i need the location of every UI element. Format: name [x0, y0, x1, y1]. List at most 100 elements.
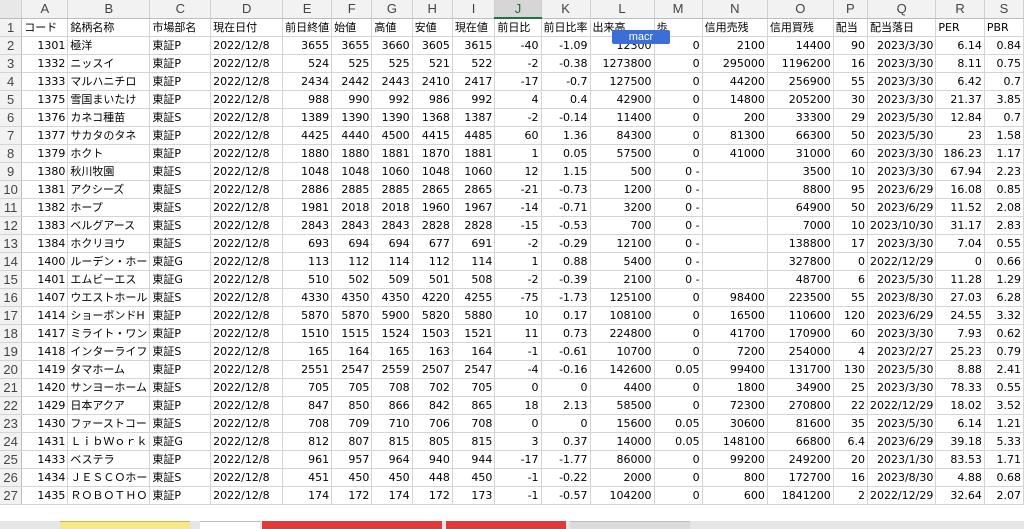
cell[interactable]: 113 — [282, 252, 333, 271]
row-header[interactable]: 27 — [0, 486, 23, 505]
cell[interactable]: 1048 — [412, 162, 453, 181]
cell[interactable]: 114 — [371, 252, 413, 271]
row-header[interactable]: 3 — [0, 54, 23, 73]
cell[interactable]: 2551 — [282, 360, 333, 379]
cell[interactable]: 6.42 — [935, 72, 985, 91]
cell[interactable]: 2022/12/8 — [210, 288, 284, 307]
cell[interactable]: 0.84 — [984, 36, 1024, 55]
cell[interactable]: 525 — [331, 54, 373, 73]
cell[interactable]: 164 — [452, 342, 496, 361]
cell[interactable] — [702, 216, 768, 235]
cell[interactable]: ニッスイ — [67, 54, 151, 73]
cell[interactable]: 42900 — [590, 90, 655, 109]
cell[interactable]: 2865 — [412, 180, 453, 199]
cell[interactable]: 東証P — [149, 126, 212, 145]
cell[interactable]: 2023/3/30 — [867, 54, 937, 73]
cell[interactable]: 108100 — [590, 306, 655, 325]
cell[interactable]: 3605 — [412, 36, 453, 55]
cell[interactable]: 110600 — [767, 306, 834, 325]
cell[interactable]: 72300 — [702, 396, 768, 415]
cell[interactable]: 2023/3/30 — [867, 234, 937, 253]
cell[interactable]: 2023/6/29 — [867, 432, 937, 451]
cell[interactable]: 0.55 — [984, 378, 1024, 397]
cell[interactable]: 66300 — [767, 126, 834, 145]
cell[interactable]: 3.52 — [984, 396, 1024, 415]
column-header-b[interactable]: B — [67, 0, 151, 19]
cell[interactable]: 41700 — [702, 324, 768, 343]
cell[interactable]: 0 — [654, 108, 703, 127]
cell[interactable]: 4440 — [331, 126, 373, 145]
cell[interactable]: 2885 — [371, 180, 413, 199]
sheet-tab-3[interactable] — [262, 521, 442, 529]
cell[interactable]: 256900 — [767, 72, 834, 91]
sheet-tab-5[interactable] — [570, 521, 690, 529]
cell[interactable]: 2023/10/30 — [867, 216, 937, 235]
cell[interactable]: 1390 — [331, 108, 373, 127]
cell[interactable]: 1380 — [21, 162, 69, 181]
cell[interactable]: 7.04 — [935, 234, 985, 253]
cell[interactable]: 2022/12/8 — [210, 162, 284, 181]
cell[interactable]: 1048 — [282, 162, 333, 181]
row-header[interactable]: 22 — [0, 396, 23, 415]
cell[interactable]: -17 — [494, 72, 542, 91]
cell[interactable]: 24.55 — [935, 306, 985, 325]
cell[interactable] — [702, 198, 768, 217]
cell[interactable]: 2023/2/27 — [867, 342, 937, 361]
cell[interactable]: 0 — [654, 396, 703, 415]
cell[interactable]: 2023/8/30 — [867, 468, 937, 487]
column-header-p[interactable]: P — [833, 0, 868, 19]
cell[interactable]: 1414 — [21, 306, 69, 325]
cell[interactable]: 35 — [833, 414, 868, 433]
cell[interactable]: 30600 — [702, 414, 768, 433]
row-header[interactable]: 12 — [0, 216, 23, 235]
cell[interactable]: 22 — [833, 396, 868, 415]
cell[interactable]: 451 — [282, 468, 333, 487]
cell[interactable]: 986 — [412, 90, 453, 109]
column-header-l[interactable]: L — [590, 0, 655, 19]
row-header[interactable]: 17 — [0, 306, 23, 325]
row-header[interactable]: 9 — [0, 162, 23, 181]
cell[interactable]: 0 — [654, 468, 703, 487]
cell[interactable]: 2022/12/8 — [210, 90, 284, 109]
cell[interactable]: 5900 — [371, 306, 413, 325]
cell[interactable]: 10 — [833, 162, 868, 181]
cell[interactable]: 2.13 — [541, 396, 591, 415]
cell[interactable]: 12.84 — [935, 108, 985, 127]
cell[interactable]: -15 — [494, 216, 542, 235]
column-header-m[interactable]: M — [654, 0, 703, 19]
cell[interactable]: 2022/12/8 — [210, 486, 284, 505]
cell[interactable]: ＲＯＢＯＴＨＯ — [67, 486, 151, 505]
cell[interactable]: 16.08 — [935, 180, 985, 199]
cell[interactable]: 200 — [702, 108, 768, 127]
cell[interactable]: 4425 — [282, 126, 333, 145]
cell[interactable]: 1379 — [21, 144, 69, 163]
cell[interactable]: 1433 — [21, 450, 69, 469]
cell[interactable]: 2018 — [331, 198, 373, 217]
cell[interactable]: 81300 — [702, 126, 768, 145]
cell[interactable]: -1.09 — [541, 36, 591, 55]
cell[interactable]: 1418 — [21, 342, 69, 361]
cell[interactable]: 4255 — [452, 288, 496, 307]
cell[interactable]: マルハニチロ — [67, 72, 151, 91]
cell[interactable]: 2022/12/8 — [210, 396, 284, 415]
cell[interactable]: 60 — [833, 144, 868, 163]
cell[interactable]: 2022/12/8 — [210, 450, 284, 469]
cell[interactable]: 327800 — [767, 252, 834, 271]
cell[interactable]: 677 — [412, 234, 453, 253]
cell[interactable]: 0.05 — [541, 144, 591, 163]
header-cell[interactable]: 現在日付 — [210, 18, 284, 37]
column-header-d[interactable]: D — [210, 0, 284, 19]
cell[interactable]: -0.57 — [541, 486, 591, 505]
cell[interactable]: 44200 — [702, 72, 768, 91]
cell[interactable]: -40 — [494, 36, 542, 55]
cell[interactable]: 18 — [494, 396, 542, 415]
cell[interactable]: 295000 — [702, 54, 768, 73]
cell[interactable]: 2417 — [452, 72, 496, 91]
cell[interactable]: 163 — [412, 342, 453, 361]
header-cell[interactable]: 配当 — [833, 18, 868, 37]
sheet-tab-2[interactable] — [200, 521, 260, 529]
cell[interactable]: 2.23 — [984, 162, 1024, 181]
cell[interactable]: 0 — [654, 306, 703, 325]
cell[interactable]: 2.41 — [984, 360, 1024, 379]
cell[interactable]: 2023/5/30 — [867, 126, 937, 145]
